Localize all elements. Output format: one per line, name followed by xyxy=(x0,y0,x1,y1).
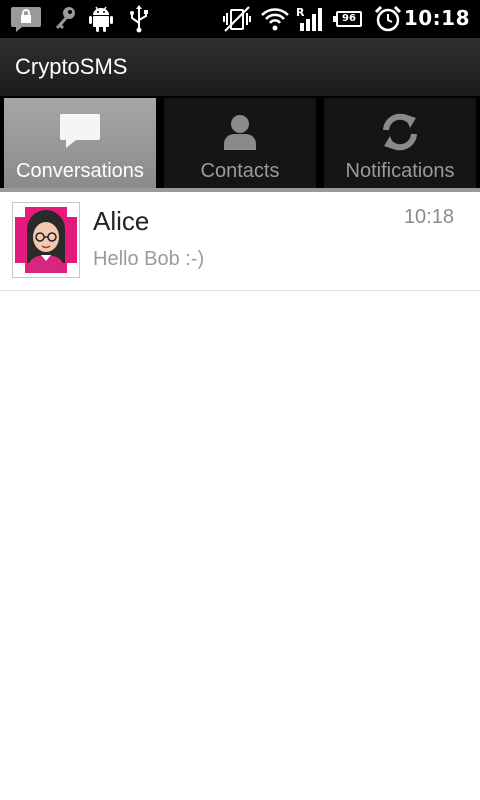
key-icon xyxy=(56,7,75,29)
chat-bubble-icon xyxy=(60,114,100,148)
roaming-label: R xyxy=(296,6,305,19)
avatar xyxy=(12,202,80,278)
action-bar: CryptoSMS xyxy=(0,38,480,97)
message-time: 10:18 xyxy=(403,206,454,228)
tab-label: Notifications xyxy=(345,160,455,182)
tab-contacts[interactable]: Contacts xyxy=(164,98,316,190)
sync-icon xyxy=(383,113,417,151)
usb-icon xyxy=(130,5,148,33)
conversation-row[interactable]: Alice 10:18 Hello Bob :-) xyxy=(0,196,480,291)
person-icon xyxy=(224,115,256,150)
app-title: CryptoSMS xyxy=(15,54,128,79)
contact-name: Alice xyxy=(93,206,150,236)
battery-icon: 96 xyxy=(333,11,362,27)
vibrate-off-icon xyxy=(223,6,251,32)
cartoon-woman-avatar-icon xyxy=(15,207,77,273)
tab-indicator-line xyxy=(0,188,480,192)
alarm-icon xyxy=(374,5,402,32)
tab-conversations[interactable]: Conversations xyxy=(4,98,156,190)
android-debug-icon xyxy=(89,6,113,32)
tab-bar: Conversations Contacts Notifications xyxy=(0,96,480,190)
wifi-icon xyxy=(261,8,289,31)
status-time: 10:18 xyxy=(403,6,470,30)
tab-label: Conversations xyxy=(16,160,144,182)
status-bar: R 96 10:18 xyxy=(0,0,480,38)
tab-label: Contacts xyxy=(200,160,280,182)
message-preview: Hello Bob :-) xyxy=(93,248,205,270)
battery-level: 96 xyxy=(342,13,356,24)
lock-notification-icon xyxy=(11,7,41,32)
signal-icon: R xyxy=(296,6,322,31)
tab-notifications[interactable]: Notifications xyxy=(324,98,476,190)
